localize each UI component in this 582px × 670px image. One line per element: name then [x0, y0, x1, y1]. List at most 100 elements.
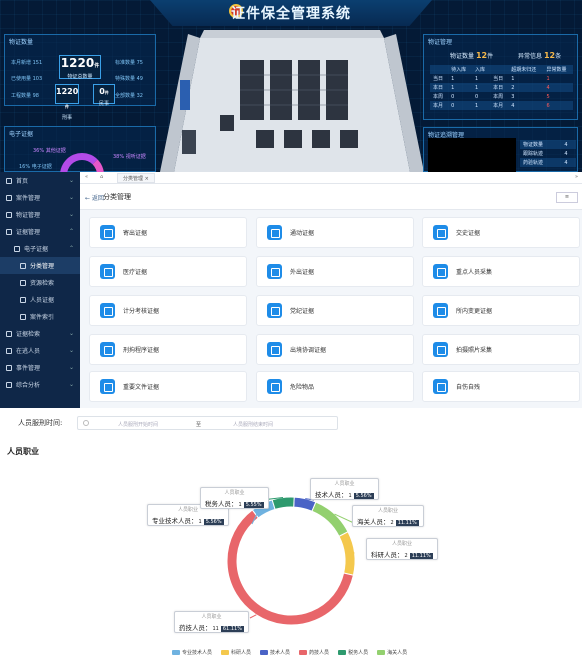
- table-cell: 本日: [490, 83, 509, 92]
- sidebar-item-label: 首页: [16, 178, 29, 185]
- table-cell: 当日: [493, 76, 504, 82]
- category-card[interactable]: 所内变更证据: [422, 295, 580, 326]
- table-cell: 4: [564, 150, 568, 157]
- chart-tooltip: 人员职业 税务人员：1 5.55%: [200, 487, 269, 509]
- sidebar-item-label: 电子证据: [24, 246, 49, 253]
- donut-slice[interactable]: [311, 501, 349, 538]
- table-row: 物证数量 4: [520, 140, 576, 149]
- category-label: 出境协调证据: [290, 347, 327, 354]
- menu-icon: [20, 296, 26, 303]
- stat: 本月新增 151: [11, 60, 43, 66]
- legend-label: 专业技术人员: [182, 650, 213, 656]
- legend-item[interactable]: 科研人员: [221, 649, 251, 656]
- category-card[interactable]: 危险物品: [256, 371, 414, 402]
- table-cell: 3: [511, 93, 515, 100]
- category-label: 寄出证据: [123, 230, 148, 237]
- legend-swatch: [260, 650, 269, 655]
- tooltip-value: 2: [404, 553, 408, 559]
- sidebar-item[interactable]: 人员证据: [0, 291, 80, 308]
- sidebar-item[interactable]: 案件索引: [0, 308, 80, 325]
- legend-item[interactable]: 专业技术人员: [172, 649, 212, 656]
- stat: 特殊数量 49: [115, 76, 143, 82]
- category-icon: [100, 303, 115, 318]
- category-label: 党纪证据: [290, 308, 315, 315]
- sidebar-item[interactable]: 证据管理 ⌃: [0, 223, 80, 240]
- donut-label: 38% 视听证据: [113, 154, 146, 160]
- legend-item[interactable]: 税务人员: [338, 649, 368, 656]
- sidebar-item-label: 案件索引: [30, 314, 55, 321]
- category-card[interactable]: 计分考核证据: [89, 295, 247, 326]
- sidebar-item-label: 案件管理: [16, 195, 41, 202]
- trace-table: 物证数量 4 跟踪轨迹 4 药验轨迹 4: [520, 140, 576, 167]
- category-card[interactable]: 出境协调证据: [256, 334, 414, 365]
- sidebar-item[interactable]: 分类管理: [0, 257, 80, 274]
- tooltip-percent: 11.11%: [409, 553, 433, 559]
- legend-item[interactable]: 技术人员: [260, 649, 290, 656]
- chevron-icon: ⌃: [68, 228, 74, 235]
- sidebar-item[interactable]: 电子证据 ⌃: [0, 240, 80, 257]
- tooltip-percent: 5.55%: [243, 502, 264, 508]
- sidebar-item[interactable]: 在逃人员 ⌄: [0, 342, 80, 359]
- category-card[interactable]: 寄出证据: [89, 217, 247, 248]
- sidebar-item-label: 事件管理: [16, 365, 41, 372]
- sidebar-item[interactable]: 事件管理 ⌄: [0, 359, 80, 376]
- category-card[interactable]: 通动证据: [256, 217, 414, 248]
- menu-button[interactable]: ≡: [556, 192, 578, 203]
- category-icon: [267, 303, 282, 318]
- tooltip-header: 人员职业: [334, 481, 355, 487]
- legend-item[interactable]: 药技人员: [299, 649, 329, 656]
- tab-scroll-right-icon[interactable]: »: [575, 174, 578, 180]
- back-button[interactable]: ← 返回: [85, 193, 104, 202]
- category-icon: [267, 379, 282, 394]
- tooltip-value: 1: [198, 519, 202, 525]
- tooltip-series-name: 税务人员: [205, 500, 231, 508]
- sidebar-item[interactable]: 证据检索 ⌄: [0, 325, 80, 342]
- table-cell: 4: [561, 140, 576, 149]
- category-icon: [100, 342, 115, 357]
- table-row: 本周 0 0 本周 3 5: [430, 92, 573, 101]
- tab-scroll-left-icon[interactable]: «: [85, 174, 88, 180]
- tab-category-management[interactable]: 分类管理 ×: [117, 173, 155, 183]
- table-row: 药验轨迹 4: [520, 158, 576, 167]
- table-cell: 当日: [433, 76, 444, 82]
- sidebar-item[interactable]: 首页 ⌄: [0, 172, 80, 189]
- category-card[interactable]: 自伤自残: [422, 371, 580, 402]
- category-card[interactable]: 重要文件证据: [89, 371, 247, 402]
- donut-label: 16% 电子证据: [19, 164, 52, 170]
- menu-icon: [6, 381, 12, 388]
- table-cell: 0: [474, 93, 479, 100]
- table-cell: 1: [511, 75, 515, 82]
- table-cell: 6: [543, 101, 573, 110]
- sidebar-item-label: 物证管理: [16, 212, 41, 219]
- legend-item[interactable]: 海关人员: [377, 649, 407, 656]
- category-card[interactable]: 拍摄照片采集: [422, 334, 580, 365]
- table-header: 入库: [471, 65, 491, 74]
- donut-slice[interactable]: [338, 531, 356, 576]
- menu-icon: [6, 211, 12, 218]
- sidebar-item[interactable]: 案件管理 ⌄: [0, 189, 80, 206]
- menu-icon: [6, 228, 12, 235]
- table-cell: 本月: [490, 101, 509, 110]
- menu-icon: [6, 330, 12, 337]
- chart-legend: 专业技术人员 科研人员 技术人员 药技人员 税务人员 海关人员: [172, 649, 416, 657]
- sidebar-item[interactable]: 物证管理 ⌄: [0, 206, 80, 223]
- sidebar-item-label: 人员证据: [30, 297, 55, 304]
- occupation-donut-chart: [226, 496, 357, 626]
- category-card[interactable]: 外出证据: [256, 256, 414, 287]
- legend-label: 技术人员: [270, 650, 291, 656]
- category-card[interactable]: 交史证据: [422, 217, 580, 248]
- category-card[interactable]: 医疗证据: [89, 256, 247, 287]
- sidebar-item[interactable]: 资源检索: [0, 274, 80, 291]
- sidebar-item[interactable]: 综合分析 ⌄: [0, 376, 80, 393]
- table-cell: 1: [474, 75, 479, 82]
- category-card[interactable]: 重点人员采集: [422, 256, 580, 287]
- menu-icon: [6, 347, 12, 354]
- menu-icon: [20, 262, 26, 269]
- server-room-3d-view: [160, 30, 424, 172]
- category-card[interactable]: 党纪证据: [256, 295, 414, 326]
- category-icon: [433, 225, 448, 240]
- menu-icon: [6, 364, 12, 371]
- category-card[interactable]: 刑拘程序证据: [89, 334, 247, 365]
- table-cell: 0: [448, 101, 472, 110]
- home-tab-icon[interactable]: ⌂: [100, 174, 103, 180]
